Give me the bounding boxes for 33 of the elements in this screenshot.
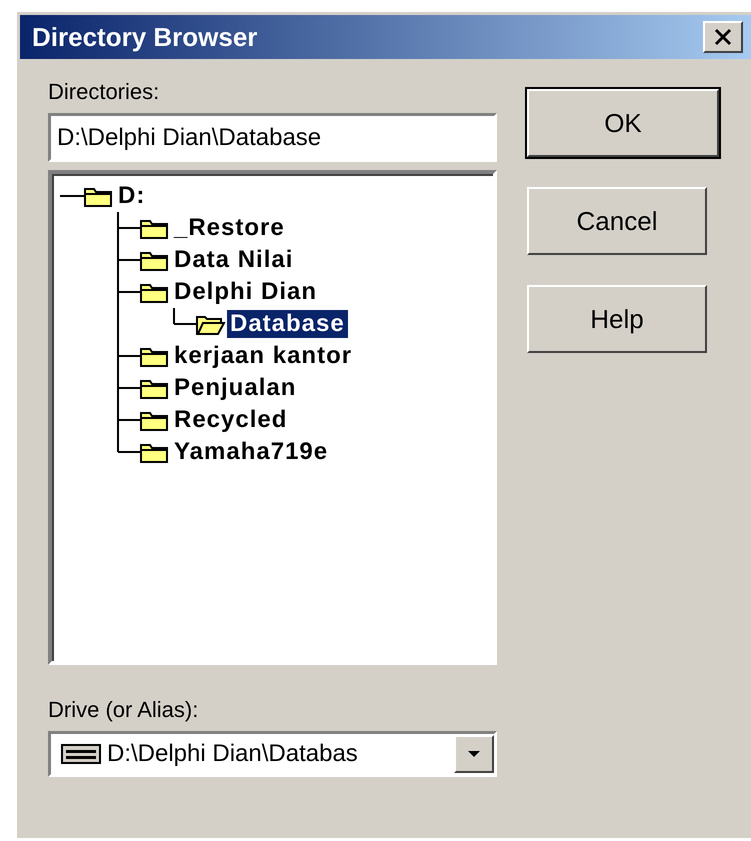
tree-item[interactable]: Yamaha719e bbox=[171, 438, 332, 466]
drive-dropdown[interactable]: D:\Delphi Dian\Databas bbox=[48, 731, 497, 777]
drive-value: D:\Delphi Dian\Databas bbox=[107, 740, 359, 768]
tree-item[interactable]: _Restore bbox=[171, 214, 288, 242]
close-button[interactable] bbox=[703, 21, 743, 53]
close-icon bbox=[713, 28, 733, 46]
caret-icon bbox=[467, 750, 481, 758]
dialog-button[interactable]: Cancel bbox=[527, 187, 707, 255]
dialog-button[interactable]: OK bbox=[527, 89, 719, 157]
folder-icon bbox=[140, 217, 170, 239]
directory-path-field[interactable]: D:\Delphi Dian\Database bbox=[48, 113, 497, 162]
folder-icon bbox=[140, 409, 170, 431]
folder-icon bbox=[140, 377, 170, 399]
tree-item[interactable]: kerjaan kantor bbox=[171, 342, 356, 370]
window-title: Directory Browser bbox=[32, 22, 258, 52]
dropdown-button[interactable] bbox=[454, 735, 494, 773]
folder-icon bbox=[140, 441, 170, 463]
folder-icon bbox=[84, 185, 114, 207]
folder-icon bbox=[196, 313, 226, 335]
tree-item[interactable]: Penjualan bbox=[171, 374, 300, 402]
folder-icon bbox=[140, 249, 170, 271]
tree-item[interactable]: Delphi Dian bbox=[171, 278, 320, 306]
tree-item[interactable]: Data Nilai bbox=[171, 246, 296, 274]
tree-item[interactable]: D: bbox=[115, 182, 148, 210]
tree-item[interactable]: Recycled bbox=[171, 406, 290, 434]
folder-icon bbox=[140, 345, 170, 367]
dialog-button[interactable]: Help bbox=[527, 285, 707, 353]
folder-icon bbox=[140, 281, 170, 303]
drive-icon bbox=[61, 743, 101, 765]
drive-label: Drive (or Alias): bbox=[48, 697, 200, 724]
directories-label: Directories: bbox=[48, 79, 160, 106]
tree-item[interactable]: Database bbox=[227, 310, 348, 338]
tree-line bbox=[60, 195, 84, 197]
